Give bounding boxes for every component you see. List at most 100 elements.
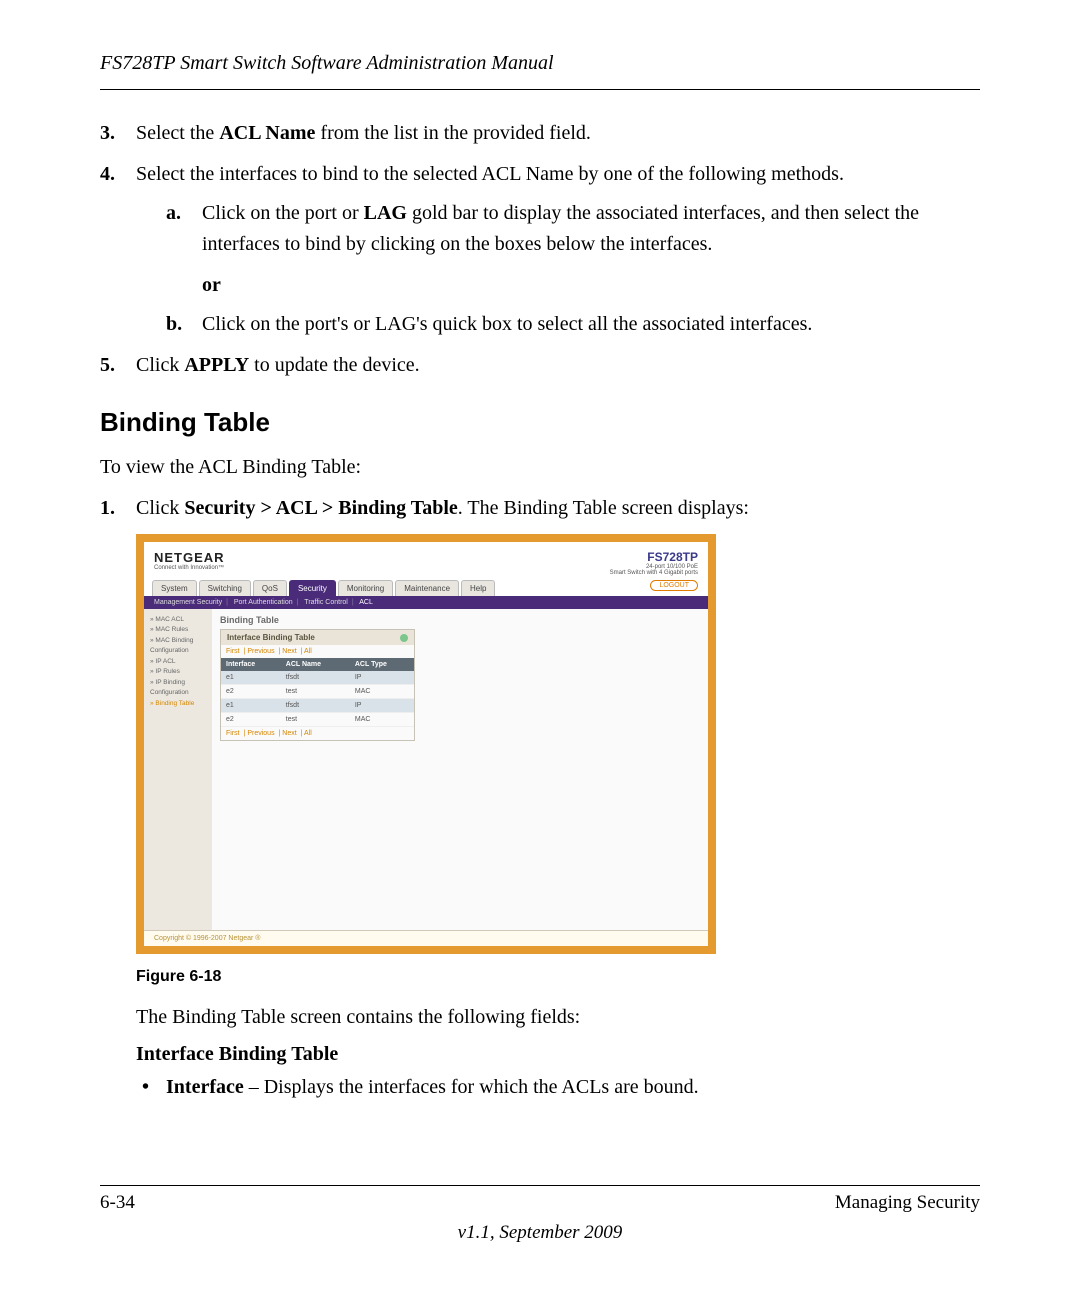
section-heading: Binding Table <box>100 407 980 438</box>
cell: e2 <box>221 713 281 727</box>
panel-title: Binding Table <box>220 615 700 625</box>
pager-all[interactable]: All <box>304 648 312 655</box>
cell: e1 <box>221 671 281 685</box>
cell: IP <box>350 699 414 713</box>
step-4: 4. Select the interfaces to bind to the … <box>100 159 980 340</box>
sidebar-item[interactable]: » MAC ACL <box>148 615 208 625</box>
tab-monitoring[interactable]: Monitoring <box>338 580 393 596</box>
tab-switching[interactable]: Switching <box>199 580 251 596</box>
field-name: Interface <box>166 1076 244 1098</box>
logout-button[interactable]: LOGOUT <box>650 580 698 591</box>
step-5: 5. Click APPLY to update the device. <box>100 350 980 381</box>
figure: NETGEAR Connect with Innovation™ FS728TP… <box>136 534 980 954</box>
step-text-bold: Security > ACL > Binding Table <box>184 497 457 519</box>
sidebar-item[interactable]: » IP ACL <box>148 657 208 667</box>
pager-prev[interactable]: Previous <box>247 648 274 655</box>
figure-caption: Figure 6-18 <box>136 968 980 986</box>
screenshot-footer: Copyright © 1996-2007 Netgear ® <box>144 930 708 946</box>
step-text-bold: ACL Name <box>219 122 315 144</box>
table-row: e1tfsdtIP <box>221 699 414 713</box>
brand-tagline: Connect with Innovation™ <box>154 565 225 571</box>
subnav-item-active[interactable]: ACL <box>359 599 373 606</box>
model-desc2: Smart Switch with 4 Gigabit ports <box>610 570 698 576</box>
or-separator: or <box>202 270 980 301</box>
tab-maintenance[interactable]: Maintenance <box>395 580 459 596</box>
step-number: 3. <box>100 118 115 149</box>
page-number: 6-34 <box>100 1192 135 1214</box>
substep-a: a. Click on the port or LAG gold bar to … <box>166 198 980 260</box>
page-footer: 6-34 Managing Security v1.1, September 2… <box>100 1175 980 1244</box>
screenshot-window: NETGEAR Connect with Innovation™ FS728TP… <box>136 534 716 954</box>
sidebar-item[interactable]: » MAC Binding <box>148 636 208 646</box>
cell: tfsdt <box>281 671 350 685</box>
brand-logo: NETGEAR <box>154 550 225 565</box>
substep-list: a. Click on the port or LAG gold bar to … <box>136 198 980 260</box>
step-list: 3. Select the ACL Name from the list in … <box>100 118 980 381</box>
pager-first[interactable]: First <box>226 730 240 737</box>
subsection-title: Interface Binding Table <box>136 1043 980 1066</box>
subnav-item[interactable]: Port Authentication <box>234 599 293 606</box>
step-3: 3. Select the ACL Name from the list in … <box>100 118 980 149</box>
field-item: Interface – Displays the interfaces for … <box>136 1072 980 1103</box>
cell: e2 <box>221 685 281 699</box>
step-text-post: . The Binding Table screen displays: <box>458 497 749 519</box>
sidebar-item[interactable]: » MAC Rules <box>148 625 208 635</box>
substep-letter: a. <box>166 198 181 229</box>
tab-help[interactable]: Help <box>461 580 495 596</box>
panel: Interface Binding Table First | Previous… <box>220 629 415 741</box>
substep-letter: b. <box>166 309 182 340</box>
subnav-item[interactable]: Traffic Control <box>304 599 348 606</box>
step-text-post: to update the device. <box>249 354 420 376</box>
sub-nav: Management Security| Port Authentication… <box>144 596 708 609</box>
cell: MAC <box>350 685 414 699</box>
step-text-pre: Select the <box>136 122 219 144</box>
substep-list-b: b. Click on the port's or LAG's quick bo… <box>136 309 980 340</box>
section-steps: 1. Click Security > ACL > Binding Table.… <box>100 493 980 524</box>
substep-text-bold: LAG <box>364 202 407 224</box>
sidebar: » MAC ACL » MAC Rules » MAC Binding Conf… <box>144 609 212 930</box>
step-number: 4. <box>100 159 115 190</box>
pager-bottom: First | Previous | Next | All <box>221 727 414 740</box>
step-text: Select the interfaces to bind to the sel… <box>136 163 844 185</box>
sidebar-item-sub[interactable]: Configuration <box>148 688 208 698</box>
field-desc: – Displays the interfaces for which the … <box>244 1076 699 1098</box>
cell: MAC <box>350 713 414 727</box>
binding-table: Interface ACL Name ACL Type e1tfsdtIP e2… <box>221 658 414 727</box>
sidebar-item-sub[interactable]: Configuration <box>148 646 208 656</box>
pager-first[interactable]: First <box>226 648 240 655</box>
main-tabs: System Switching QoS Security Monitoring… <box>144 580 708 596</box>
cell: tfsdt <box>281 699 350 713</box>
cell: test <box>281 685 350 699</box>
tab-system[interactable]: System <box>152 580 197 596</box>
panel-header: Interface Binding Table <box>221 630 414 645</box>
screenshot-header: NETGEAR Connect with Innovation™ FS728TP… <box>144 542 708 580</box>
sidebar-item-active[interactable]: » Binding Table <box>148 699 208 709</box>
running-header: FS728TP Smart Switch Software Administra… <box>100 52 980 75</box>
sidebar-item[interactable]: » IP Rules <box>148 667 208 677</box>
step-text-bold: APPLY <box>184 354 249 376</box>
help-icon[interactable] <box>400 634 408 642</box>
cell: e1 <box>221 699 281 713</box>
tab-security[interactable]: Security <box>289 580 336 596</box>
step-text-pre: Click <box>136 497 184 519</box>
section-intro: To view the ACL Binding Table: <box>100 452 980 483</box>
pager-next[interactable]: Next <box>282 648 296 655</box>
model-block: FS728TP 24-port 10/100 PoE Smart Switch … <box>610 550 698 576</box>
footer-rule <box>100 1185 980 1186</box>
pager-all[interactable]: All <box>304 730 312 737</box>
substep-text: Click on the port's or LAG's quick box t… <box>202 313 812 335</box>
step-number: 5. <box>100 350 115 381</box>
main-panel: Binding Table Interface Binding Table Fi… <box>212 609 708 930</box>
substep-b: b. Click on the port's or LAG's quick bo… <box>166 309 980 340</box>
table-row: e2testMAC <box>221 685 414 699</box>
sidebar-item[interactable]: » IP Binding <box>148 678 208 688</box>
subnav-item[interactable]: Management Security <box>154 599 222 606</box>
col-aclname: ACL Name <box>281 658 350 671</box>
tab-qos[interactable]: QoS <box>253 580 287 596</box>
after-figure-paragraph: The Binding Table screen contains the fo… <box>136 1002 980 1033</box>
screenshot-body: » MAC ACL » MAC Rules » MAC Binding Conf… <box>144 609 708 930</box>
header-rule <box>100 89 980 90</box>
step-number: 1. <box>100 493 115 524</box>
pager-prev[interactable]: Previous <box>247 730 274 737</box>
pager-next[interactable]: Next <box>282 730 296 737</box>
